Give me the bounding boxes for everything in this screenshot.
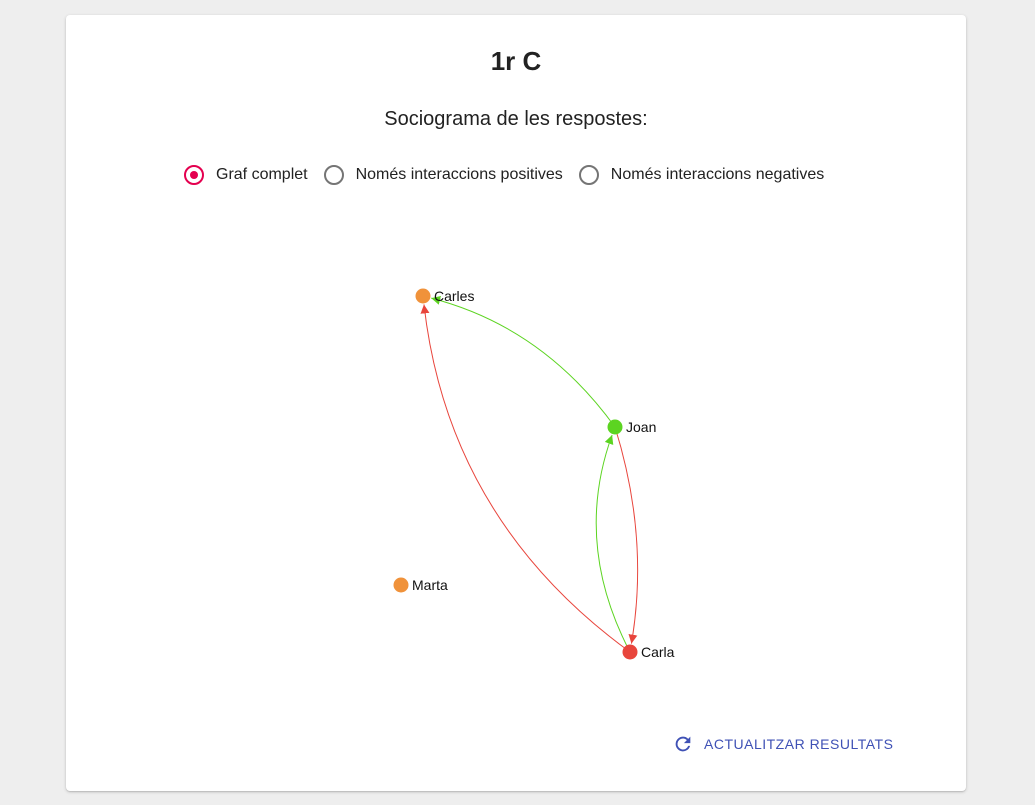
- graph-node-joan[interactable]: Joan: [607, 419, 657, 435]
- node-label: Carles: [434, 288, 474, 304]
- node-circle[interactable]: [393, 577, 409, 593]
- node-circle[interactable]: [607, 419, 623, 435]
- edge-positive-joan-to-carles: [431, 296, 616, 428]
- refresh-results-button[interactable]: ACTUALITZAR RESULTATS: [672, 733, 893, 755]
- sociogram-graph: Carles Joan Marta Carla: [393, 288, 675, 660]
- node-label: Marta: [412, 577, 448, 593]
- refresh-results-label: ACTUALITZAR RESULTATS: [704, 736, 894, 752]
- graph-node-carla[interactable]: Carla: [622, 644, 675, 660]
- sociogram-card: 1r C Sociograma de les respostes: Graf c…: [66, 15, 966, 791]
- node-label: Carla: [641, 644, 675, 660]
- edge-negative-carla-to-carles: [420, 304, 631, 653]
- edge-negative-joan-to-carla: [614, 426, 639, 644]
- node-circle[interactable]: [415, 288, 431, 304]
- refresh-icon: [675, 736, 691, 752]
- node-label: Joan: [626, 419, 656, 435]
- node-circle[interactable]: [622, 644, 638, 660]
- graph-node-carles[interactable]: Carles: [415, 288, 475, 304]
- edge-positive-carla-to-joan: [595, 434, 631, 653]
- graph-node-marta[interactable]: Marta: [393, 577, 449, 593]
